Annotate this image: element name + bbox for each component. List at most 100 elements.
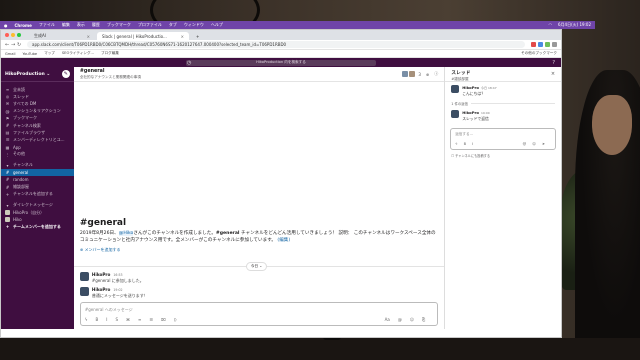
- avatar[interactable]: [451, 85, 460, 93]
- message-item[interactable]: HikoPro 16:53 #general に参加しました。: [79, 272, 144, 284]
- sidebar-channel-random[interactable]: # random: [1, 176, 74, 183]
- sidebar-item-all-dms[interactable]: ✉ すべての DM: [1, 100, 74, 107]
- thread-root-message[interactable]: HikoPro 今日 18:47 こんにちは？: [445, 82, 561, 100]
- close-tab-icon[interactable]: ×: [87, 34, 90, 39]
- sidebar-item-threads[interactable]: ◎ スレッド: [1, 93, 74, 100]
- dm-section-header[interactable]: ▾ ダイレクトメッセージ: [1, 202, 74, 209]
- address-bar[interactable]: app.slack.com/client/T06PD1RBD0/C06CBTQM…: [27, 41, 525, 48]
- sidebar-item-apps[interactable]: ▦ App: [1, 144, 74, 151]
- add-channel-button[interactable]: + チャンネルを追加する: [1, 191, 74, 198]
- browser-tab[interactable]: 生成AI ×: [29, 32, 95, 40]
- member-count[interactable]: 3: [418, 72, 421, 77]
- menubar-item[interactable]: タブ: [169, 22, 177, 28]
- emoji-icon[interactable]: ☺: [410, 317, 414, 322]
- sidebar-item-mentions[interactable]: @ メンション＆リアクション: [1, 108, 74, 115]
- message-item[interactable]: HikoPro 19:02 普通にメッセージを送ります！: [79, 287, 148, 299]
- other-bookmarks[interactable]: その他のブックマーク: [521, 51, 557, 56]
- menubar-item[interactable]: ヘルプ: [211, 22, 223, 28]
- slack-search-input[interactable]: HikoProduction 内を検索する: [186, 59, 376, 66]
- menubar-clock[interactable]: 6月4日(火) 19:02: [558, 22, 591, 28]
- attach-icon[interactable]: ⎘: [422, 317, 425, 322]
- add-people-icon[interactable]: ⊕: [426, 72, 429, 77]
- format-icon[interactable]: Aa: [385, 317, 390, 322]
- at-icon[interactable]: @: [523, 142, 527, 146]
- also-send-checkbox[interactable]: ☐ チャンネルにも投稿する: [445, 153, 561, 158]
- bookmark-item[interactable]: SEOライティング...: [62, 51, 94, 56]
- emoji-icon[interactable]: ☺: [532, 142, 536, 146]
- menubar-item[interactable]: 編集: [62, 22, 70, 28]
- message-author[interactable]: HikoPro: [462, 110, 479, 115]
- history-icon[interactable]: ◷: [187, 60, 191, 66]
- bold-icon[interactable]: B: [464, 142, 466, 146]
- message-time[interactable]: 16:53: [113, 273, 122, 277]
- link-icon[interactable]: ⌘: [126, 317, 130, 322]
- message-time[interactable]: 19:00: [481, 111, 490, 115]
- add-member-link[interactable]: ⊕ メンバーを追加する: [80, 247, 440, 253]
- extension-icon[interactable]: [538, 42, 543, 47]
- menubar-item[interactable]: 表示: [77, 22, 85, 28]
- bullet-list-icon[interactable]: ☰: [149, 317, 153, 322]
- strike-icon[interactable]: S: [115, 317, 118, 322]
- thread-channel[interactable]: #雑談部屋: [451, 77, 555, 82]
- menubar-item[interactable]: ウィンドウ: [184, 22, 204, 28]
- sidebar-channel-chat-room[interactable]: # 雑談部屋: [1, 183, 74, 190]
- bookmark-item[interactable]: ブログ編集: [101, 51, 119, 56]
- intro-channel-ref[interactable]: #general: [216, 231, 240, 236]
- avatar[interactable]: [79, 287, 89, 296]
- browser-tab-active[interactable]: Slack | general | HikoProductio... ×: [97, 32, 189, 40]
- compose-icon[interactable]: ✎: [61, 70, 70, 78]
- date-divider-button[interactable]: 今日 ⌄: [245, 262, 268, 271]
- wifi-icon[interactable]: ◠: [548, 22, 552, 28]
- menubar-item[interactable]: ブックマーク: [107, 22, 131, 28]
- menubar-item[interactable]: 履歴: [92, 22, 100, 28]
- message-time[interactable]: 今日 18:47: [481, 86, 497, 90]
- menubar-item[interactable]: プロファイル: [138, 22, 162, 28]
- new-tab-button[interactable]: +: [191, 32, 204, 40]
- help-icon[interactable]: ?: [552, 60, 555, 66]
- member-avatar[interactable]: [409, 71, 416, 77]
- shortcuts-icon[interactable]: ϟ: [455, 142, 457, 146]
- close-icon[interactable]: ×: [551, 71, 555, 77]
- message-composer[interactable]: #general へのメッセージ ϟ B I S ⌘ ≡ ☰ ⌧ ⟨⟩ Aa @…: [79, 302, 439, 326]
- channel-topic[interactable]: 全社的なアナウンスと業務関連の事項: [80, 75, 438, 80]
- add-teammates-button[interactable]: + チームメンバーを追加する: [1, 223, 74, 230]
- workspace-header[interactable]: HikoProduction ⌄ ✎: [1, 67, 74, 82]
- bold-icon[interactable]: B: [96, 317, 99, 322]
- code-icon[interactable]: ⟨⟩: [174, 317, 177, 322]
- ordered-list-icon[interactable]: ≡: [138, 317, 141, 322]
- sidebar-dm-self[interactable]: HikoPro（自分）: [1, 209, 74, 216]
- bookmark-item[interactable]: YouTube: [23, 52, 38, 56]
- edit-link[interactable]: (編集): [277, 238, 290, 243]
- sidebar-item-member-directory[interactable]: ☰ メンバーディレクトリとユ...: [1, 136, 74, 143]
- avatar[interactable]: [451, 110, 460, 118]
- menubar-app-name[interactable]: Chrome: [15, 23, 32, 28]
- italic-icon[interactable]: I: [106, 317, 107, 322]
- extension-icon[interactable]: [531, 42, 536, 47]
- sidebar-item-channel-browser[interactable]: # チャンネル検索: [1, 122, 74, 129]
- italic-icon[interactable]: I: [472, 142, 473, 146]
- sidebar-dm-hiko[interactable]: Hiko: [1, 216, 74, 223]
- extension-icon[interactable]: [545, 42, 550, 47]
- close-window-icon[interactable]: [5, 33, 9, 37]
- thread-reply-message[interactable]: HikoPro 19:00 スレッドで返信: [445, 107, 561, 125]
- at-icon[interactable]: @: [398, 317, 402, 322]
- member-avatar[interactable]: [402, 71, 409, 77]
- message-author[interactable]: HikoPro: [462, 85, 479, 90]
- minimize-window-icon[interactable]: [11, 33, 15, 37]
- shortcuts-icon[interactable]: ϟ: [85, 317, 88, 322]
- channel-name[interactable]: #general: [80, 69, 438, 74]
- maximize-window-icon[interactable]: [17, 33, 21, 37]
- user-mention[interactable]: @Hiko: [118, 231, 134, 236]
- info-icon[interactable]: ⓘ: [434, 71, 438, 77]
- close-tab-icon[interactable]: ×: [181, 34, 184, 39]
- message-author[interactable]: HikoPro: [92, 287, 111, 292]
- quote-icon[interactable]: ⌧: [161, 317, 166, 322]
- channels-section-header[interactable]: ▾ チャンネル: [1, 162, 74, 169]
- apple-icon[interactable]: ●: [4, 23, 8, 28]
- sidebar-channel-general[interactable]: # general: [1, 169, 74, 177]
- bookmark-item[interactable]: マップ: [44, 51, 55, 56]
- reload-icon[interactable]: ↻: [17, 42, 23, 48]
- message-time[interactable]: 19:02: [113, 288, 122, 292]
- sidebar-item-bookmarks[interactable]: ⚑ ブックマーク: [1, 115, 74, 122]
- menubar-item[interactable]: ファイル: [39, 22, 55, 28]
